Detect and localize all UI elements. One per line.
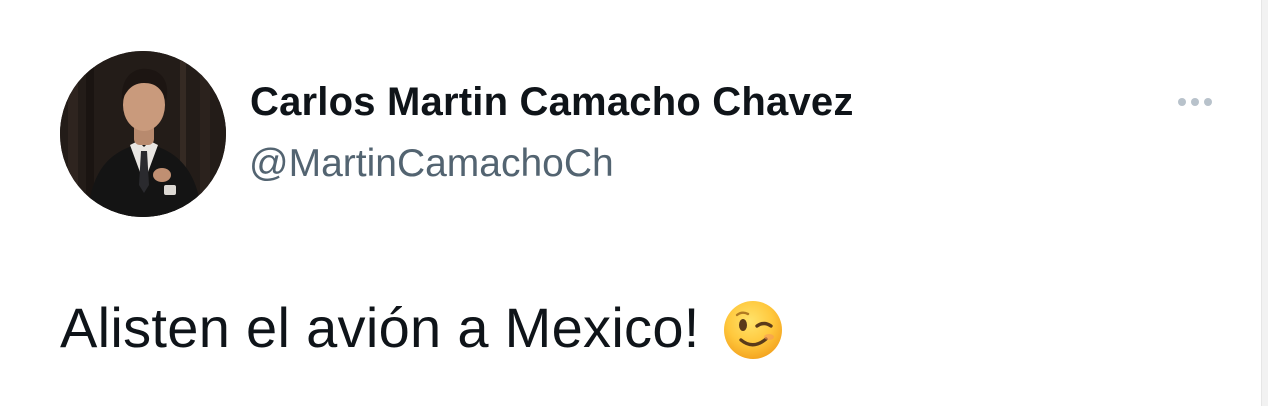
scrollbar-edge <box>1261 0 1268 406</box>
user-handle[interactable]: @MartinCamachoCh <box>249 142 614 186</box>
tweet-text: Alisten el avión a Mexico! <box>60 295 784 360</box>
more-options-button[interactable] <box>1170 88 1220 116</box>
winking-face-emoji <box>722 299 784 361</box>
tweet-text-content: Alisten el avión a Mexico! <box>60 296 700 359</box>
avatar[interactable] <box>60 51 226 217</box>
more-horizontal-icon <box>1178 98 1186 106</box>
profile-photo <box>60 51 226 217</box>
tweet-card: Carlos Martin Camacho Chavez @MartinCama… <box>0 0 1268 406</box>
more-horizontal-icon <box>1204 98 1212 106</box>
display-name[interactable]: Carlos Martin Camacho Chavez <box>250 80 854 125</box>
more-horizontal-icon <box>1191 98 1199 106</box>
